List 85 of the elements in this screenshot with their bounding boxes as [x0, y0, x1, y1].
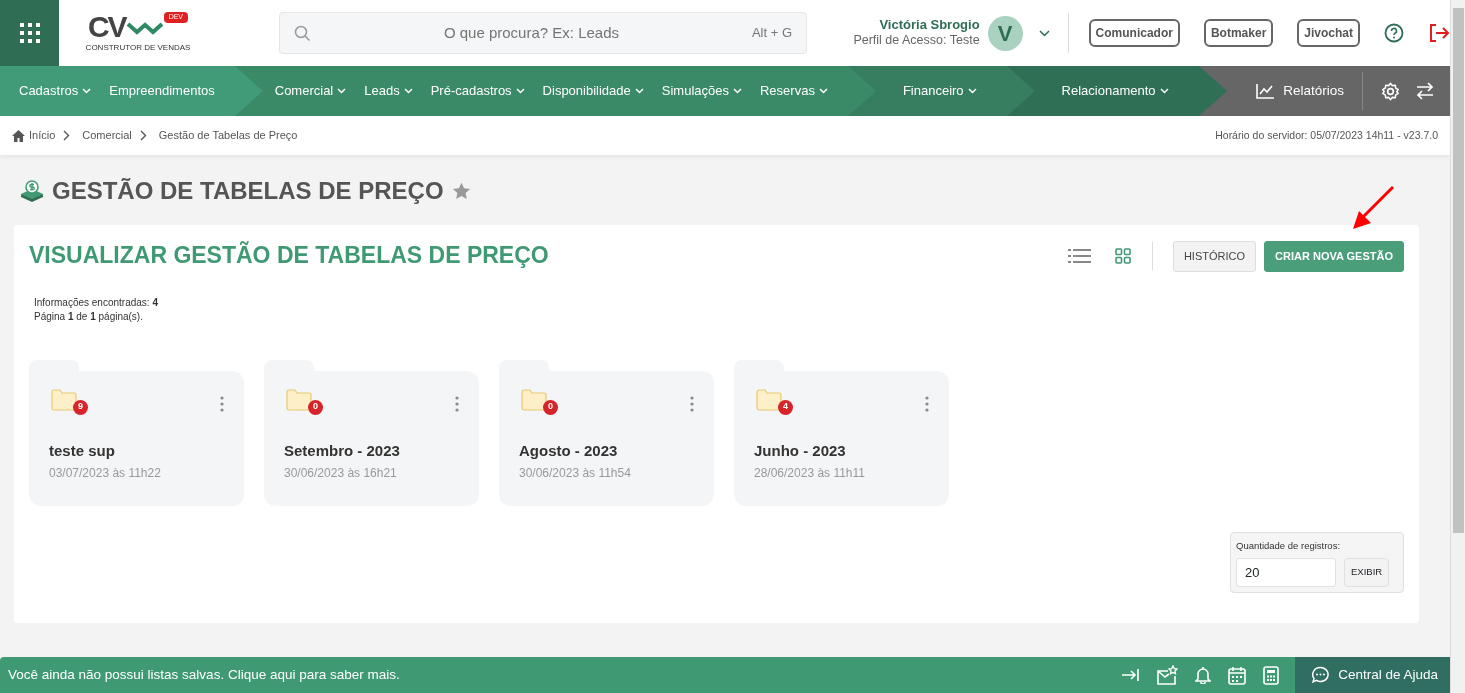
nav-item[interactable]: Cadastros [19, 81, 92, 101]
chevron-right-icon [139, 130, 147, 141]
logo-letters: CV [87, 12, 126, 42]
nav-item[interactable]: Disponibilidade [542, 81, 644, 101]
search-bar[interactable]: O que procura? Ex: Leads Alt + G [279, 12, 807, 54]
count-badge: 0 [308, 399, 323, 415]
panel-title: VISUALIZAR GESTÃO DE TABELAS DE PREÇO [29, 242, 549, 271]
folder-icon [286, 388, 312, 411]
more-vertical-icon[interactable] [690, 395, 694, 412]
show-button[interactable]: EXIBIR [1344, 557, 1390, 587]
mail-star-icon[interactable] [1156, 665, 1179, 685]
header-button[interactable]: Comunicador [1088, 19, 1180, 47]
logout-icon[interactable] [1428, 23, 1450, 43]
help-center-button[interactable]: Central de Ajuda [1295, 657, 1450, 693]
folder-card[interactable]: 0 Setembro - 2023 30/06/2023 às 16h21 [264, 370, 479, 506]
nav-item[interactable]: Reservas [760, 81, 828, 101]
scrollbar-thumb[interactable] [1453, 8, 1464, 533]
folder-icon [521, 388, 547, 411]
annotation-arrow [1351, 185, 1395, 231]
folder-name: Agosto - 2023 [519, 440, 619, 461]
footer-message[interactable]: Você ainda não possui listas salvas. Clique aqui para saber mais. [8, 664, 400, 686]
breadcrumb-link[interactable]: Início [29, 127, 56, 144]
header-button[interactable]: Jivochat [1297, 19, 1360, 47]
user-avatar[interactable]: V [987, 15, 1023, 51]
apps-menu-button[interactable] [0, 0, 59, 66]
user-name: Victória Sbrogio [878, 18, 980, 34]
folder-date: 30/06/2023 às 11h54 [519, 465, 632, 482]
shortcut-hint: Alt + G [751, 24, 792, 43]
list-view-icon[interactable] [1067, 248, 1091, 265]
settings-icon[interactable] [1381, 81, 1400, 101]
chevron-down-icon[interactable] [1038, 29, 1050, 37]
reports-link[interactable]: Relatórios [1256, 80, 1344, 102]
count-badge: 4 [778, 399, 793, 415]
help-icon[interactable] [1384, 23, 1404, 43]
swap-arrows-icon[interactable] [1416, 82, 1434, 100]
money-box-icon [20, 180, 44, 202]
results-info: Página 1 de 1 página(s). [34, 310, 144, 324]
folder-date: 03/07/2023 às 11h22 [49, 465, 162, 482]
folder-date: 28/06/2023 às 11h11 [754, 465, 866, 482]
nav-item[interactable]: Pré-cadastros [430, 81, 525, 101]
grid-view-icon[interactable] [1114, 248, 1131, 265]
nav-item[interactable]: Financeiro [902, 81, 977, 101]
folder-card[interactable]: 4 Junho - 2023 28/06/2023 às 11h11 [734, 370, 949, 506]
nav-item[interactable]: Leads [364, 81, 413, 101]
folder-name: Junho - 2023 [754, 440, 847, 461]
server-time: Horário do servidor: 05/07/2023 14h11 - v23.7.0 [1215, 127, 1438, 143]
home-icon[interactable] [12, 129, 25, 142]
records-input[interactable]: 20 [1236, 557, 1336, 587]
collapse-right-icon[interactable] [1121, 668, 1140, 682]
nav-item[interactable]: Simulações [661, 81, 742, 101]
nav-item[interactable]: Empreendimentos [109, 81, 215, 101]
bell-icon[interactable] [1195, 666, 1212, 684]
folder-date: 30/06/2023 às 16h21 [284, 465, 398, 482]
calculator-icon[interactable] [1263, 665, 1280, 685]
breadcrumb-link[interactable]: Comercial [82, 127, 132, 144]
breadcrumb-link[interactable]: Gestão de Tabelas de Preço [158, 127, 298, 144]
folder-card[interactable]: 9 teste sup 03/07/2023 às 11h22 [29, 370, 244, 506]
nav-item[interactable]: Comercial [274, 81, 347, 101]
history-button[interactable]: HISTÓRICO [1172, 241, 1257, 272]
count-badge: 9 [73, 399, 88, 415]
calendar-icon[interactable] [1228, 665, 1247, 685]
search-icon [294, 24, 311, 42]
folder-card[interactable]: 0 Agosto - 2023 30/06/2023 às 11h54 [499, 370, 714, 506]
chevron-right-icon [63, 130, 71, 141]
logo-subtitle: CONSTRUTOR DE VENDAS [85, 42, 191, 54]
count-badge: 0 [543, 399, 558, 415]
create-button[interactable]: CRIAR NOVA GESTÃO [1264, 241, 1404, 272]
records-label: Quantidade de registros: [1236, 539, 1342, 554]
folder-icon [51, 388, 77, 411]
favorite-star-icon[interactable] [451, 182, 471, 200]
folder-name: teste sup [49, 440, 116, 461]
results-info: Informações encontradas: 4 [34, 295, 159, 310]
more-vertical-icon[interactable] [455, 395, 459, 412]
more-vertical-icon[interactable] [925, 395, 929, 412]
user-profile: Perfil de Acesso: Teste [853, 33, 980, 48]
nav-item[interactable]: Relacionamento [1061, 81, 1169, 101]
folder-icon [756, 388, 782, 411]
page-title: GESTÃO DE TABELAS DE PREÇO [52, 176, 444, 206]
line-chart-icon [1256, 83, 1276, 99]
chat-bubble-icon [1311, 666, 1331, 684]
search-input[interactable]: O que procura? Ex: Leads [311, 20, 752, 46]
grid-dots-icon [18, 22, 41, 44]
folder-name: Setembro - 2023 [284, 440, 401, 461]
more-vertical-icon[interactable] [220, 395, 224, 412]
header-button[interactable]: Botmaker [1203, 19, 1274, 47]
